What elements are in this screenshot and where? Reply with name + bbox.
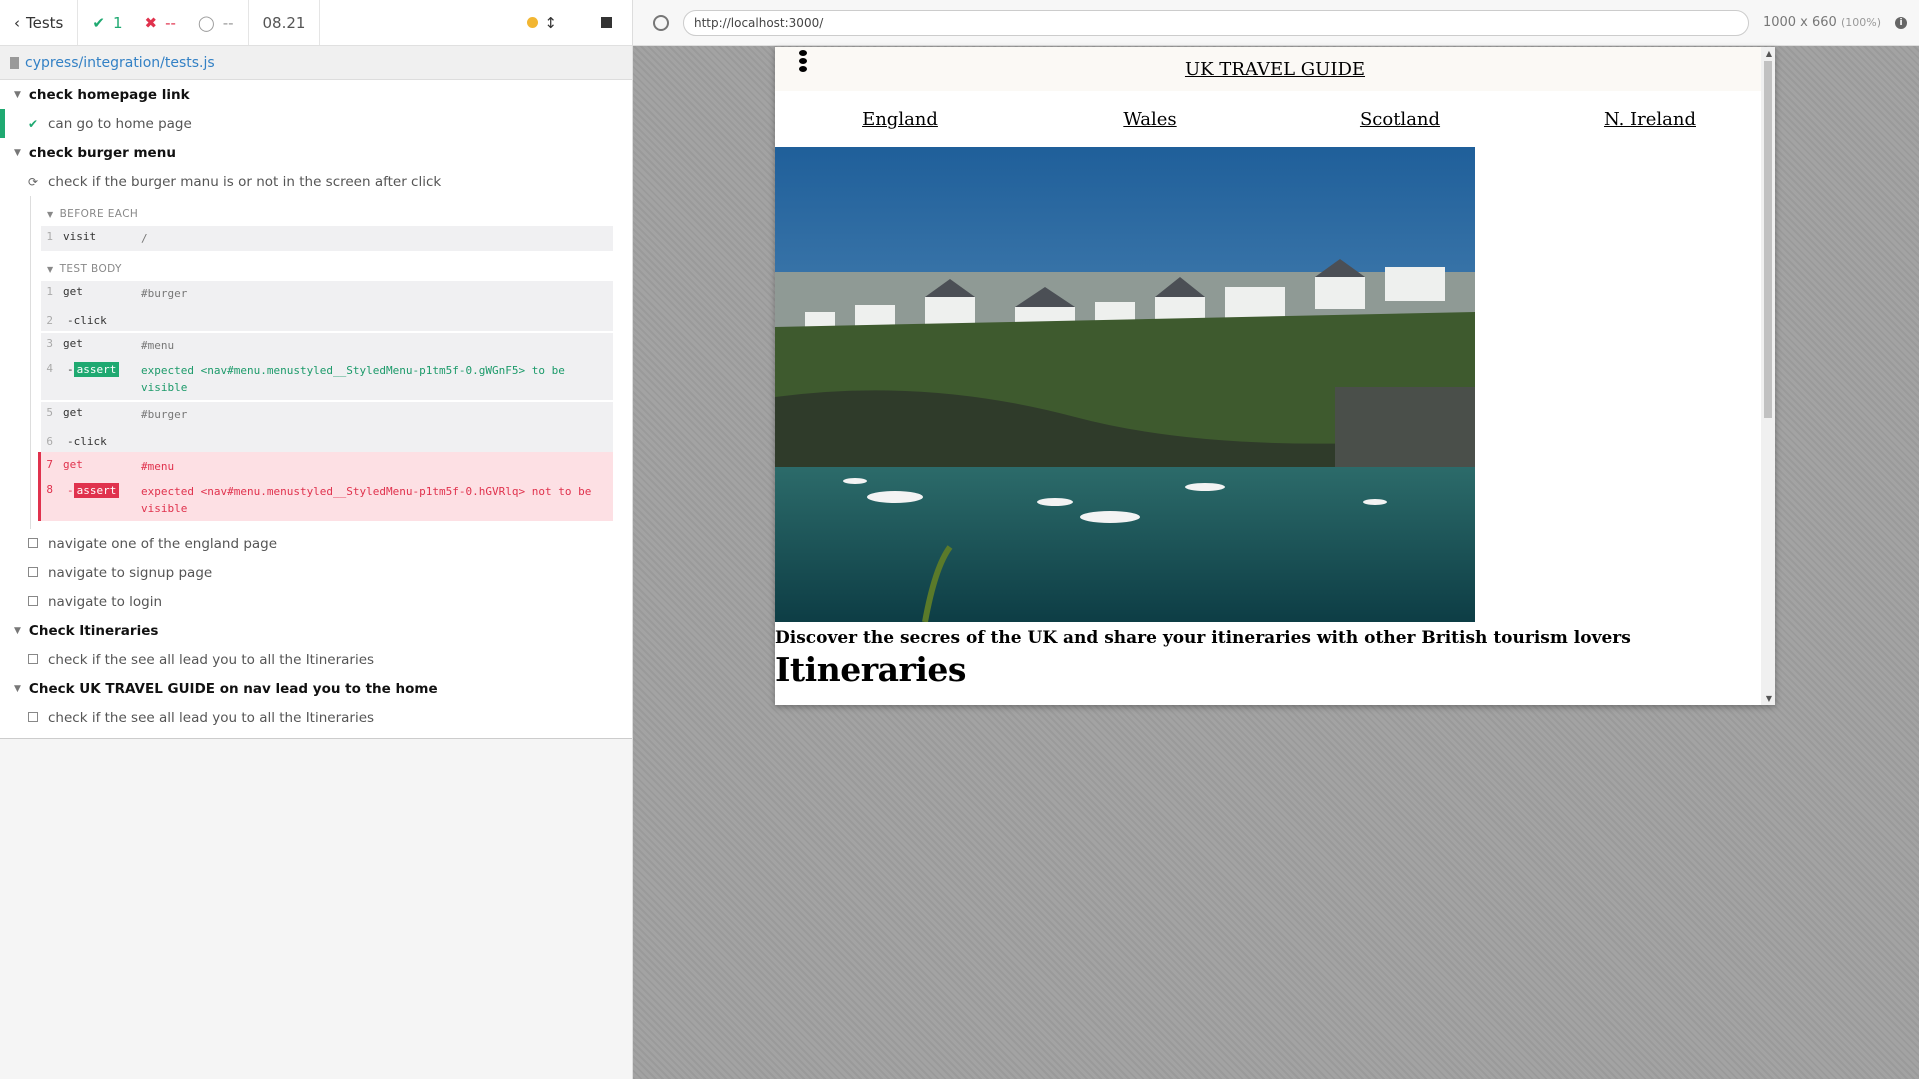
failed-value: --	[165, 13, 176, 32]
pending-checkbox-icon	[28, 595, 38, 606]
test-title: check if the burger manu is or not in th…	[48, 173, 442, 190]
assert-badge: assert	[73, 362, 120, 377]
command-row[interactable]: 3 get #menu	[41, 333, 613, 358]
site-tagline: Discover the secres of the UK and share …	[775, 628, 1631, 648]
command-row-assert[interactable]: 4 - assert expected <nav#menu.menustyled_…	[41, 358, 613, 400]
nav-england[interactable]: England	[775, 109, 1025, 130]
spec-header: cypress/integration/tests.js	[0, 46, 632, 80]
command-log: ▼ BEFORE EACH 1 visit / ▼ TEST BODY 1 ge…	[30, 196, 613, 529]
hero-harbour-image	[775, 147, 1475, 622]
url-field[interactable]: http://localhost:3000/	[683, 9, 1749, 36]
passed-count: ✔ 1 ✖ -- ◯ --	[78, 0, 249, 45]
test-title: check if the see all lead you to all the…	[48, 651, 375, 668]
test-tree: ▼ check homepage link ✔ can go to home p…	[0, 80, 632, 739]
suite-title: check homepage link	[28, 86, 190, 103]
caret-down-icon: ▼	[14, 683, 21, 694]
passed-value: 1	[112, 13, 123, 32]
pending-value: --	[222, 13, 234, 32]
scroll-up-icon[interactable]: ▲	[1766, 49, 1772, 58]
refresh-icon: ⟳	[27, 174, 39, 189]
scroll-down-icon[interactable]: ▼	[1766, 694, 1772, 703]
pending-checkbox-icon	[28, 566, 38, 577]
back-to-tests-button[interactable]: ‹ Tests	[0, 0, 79, 45]
duration: 08.21	[249, 0, 321, 45]
test-title: can go to home page	[48, 115, 192, 132]
hook-before-each[interactable]: ▼ BEFORE EACH	[41, 202, 613, 226]
back-label: Tests	[26, 13, 64, 32]
itineraries-heading: Itineraries	[775, 650, 966, 689]
nav-wales[interactable]: Wales	[1025, 109, 1275, 130]
command-row[interactable]: 6 -click	[41, 427, 613, 452]
app-iframe: UK TRAVEL GUIDE England Wales Scotland N…	[775, 47, 1775, 705]
caret-down-icon: ▼	[47, 264, 54, 274]
check-icon: ✔	[27, 116, 39, 131]
test-england-page[interactable]: navigate one of the england page	[0, 529, 632, 558]
command-row[interactable]: 5 get #burger	[41, 402, 613, 427]
test-go-home[interactable]: ✔ can go to home page	[0, 109, 632, 138]
test-reporter: ‹ Tests ✔ 1 ✖ -- ◯ -- 08.21 ↕ cypress/in…	[0, 0, 633, 1079]
file-icon	[10, 56, 19, 69]
assert-badge: assert	[73, 483, 120, 498]
burger-menu-icon[interactable]	[799, 50, 807, 72]
caret-down-icon: ▼	[14, 89, 21, 100]
site-title-link[interactable]: UK TRAVEL GUIDE	[1185, 59, 1365, 80]
command-row[interactable]: 1 visit /	[41, 226, 613, 251]
stats-bar: ‹ Tests ✔ 1 ✖ -- ◯ -- 08.21 ↕	[0, 0, 632, 46]
chevron-left-icon: ‹	[14, 13, 20, 32]
scroll-lock-icon[interactable]: ↕	[544, 14, 557, 32]
url-bar: http://localhost:3000/ 1000 x 660 (100%)…	[633, 0, 1919, 46]
hook-test-body[interactable]: ▼ TEST BODY	[41, 257, 613, 281]
pending-checkbox-icon	[28, 711, 38, 722]
site-nav: England Wales Scotland N. Ireland	[775, 91, 1775, 147]
caret-down-icon: ▼	[14, 625, 21, 636]
pending-checkbox-icon	[28, 537, 38, 548]
info-icon[interactable]: i	[1895, 16, 1907, 29]
test-title: navigate one of the england page	[48, 535, 278, 552]
circle-icon: ◯	[197, 13, 215, 32]
scrollbar-thumb[interactable]	[1764, 61, 1772, 418]
check-icon: ✔	[92, 13, 105, 32]
viewport-size: 1000 x 660 (100%)	[1762, 15, 1881, 30]
spec-path-link[interactable]: cypress/integration/tests.js	[25, 55, 215, 71]
caret-down-icon: ▼	[14, 147, 21, 158]
failed-commands: 7 get #menu 8 - assert expected <nav#menu…	[38, 452, 613, 521]
caret-down-icon: ▼	[47, 209, 54, 219]
suite-title: check burger menu	[28, 144, 176, 161]
selector-playground-icon[interactable]	[653, 14, 669, 31]
pending-checkbox-icon	[28, 653, 38, 664]
suite-homepage-link[interactable]: ▼ check homepage link	[0, 80, 632, 109]
run-controls: ↕	[513, 0, 632, 45]
command-row[interactable]: 2 -click	[41, 306, 613, 331]
test-burger-visibility[interactable]: ⟳ check if the burger manu is or not in …	[0, 167, 632, 196]
suite-title: Check UK TRAVEL GUIDE on nav lead you to…	[28, 680, 438, 697]
test-see-all-itineraries-2[interactable]: check if the see all lead you to all the…	[0, 703, 632, 732]
test-see-all-itineraries[interactable]: check if the see all lead you to all the…	[0, 645, 632, 674]
app-preview: http://localhost:3000/ 1000 x 660 (100%)…	[633, 0, 1919, 1079]
nav-scotland[interactable]: Scotland	[1275, 109, 1525, 130]
site-header: UK TRAVEL GUIDE	[775, 47, 1775, 91]
suite-title: Check Itineraries	[28, 622, 159, 639]
suite-nav-home[interactable]: ▼ Check UK TRAVEL GUIDE on nav lead you …	[0, 674, 632, 703]
iframe-scrollbar[interactable]: ▲ ▼	[1761, 47, 1775, 705]
test-title: navigate to login	[48, 593, 163, 610]
running-indicator-icon	[527, 17, 539, 28]
suite-itineraries[interactable]: ▼ Check Itineraries	[0, 616, 632, 645]
suite-burger-menu[interactable]: ▼ check burger menu	[0, 138, 632, 167]
nav-n-ireland[interactable]: N. Ireland	[1525, 109, 1775, 130]
test-signup-page[interactable]: navigate to signup page	[0, 558, 632, 587]
command-row-failed[interactable]: 7 get #menu	[41, 452, 613, 479]
test-login[interactable]: navigate to login	[0, 587, 632, 616]
x-icon: ✖	[144, 13, 158, 32]
test-title: navigate to signup page	[48, 564, 213, 581]
test-title: check if the see all lead you to all the…	[48, 709, 375, 726]
command-row[interactable]: 1 get #burger	[41, 281, 613, 306]
command-row-assert-failed[interactable]: 8 - assert expected <nav#menu.menustyled_…	[41, 479, 613, 521]
stop-button[interactable]	[601, 17, 612, 28]
